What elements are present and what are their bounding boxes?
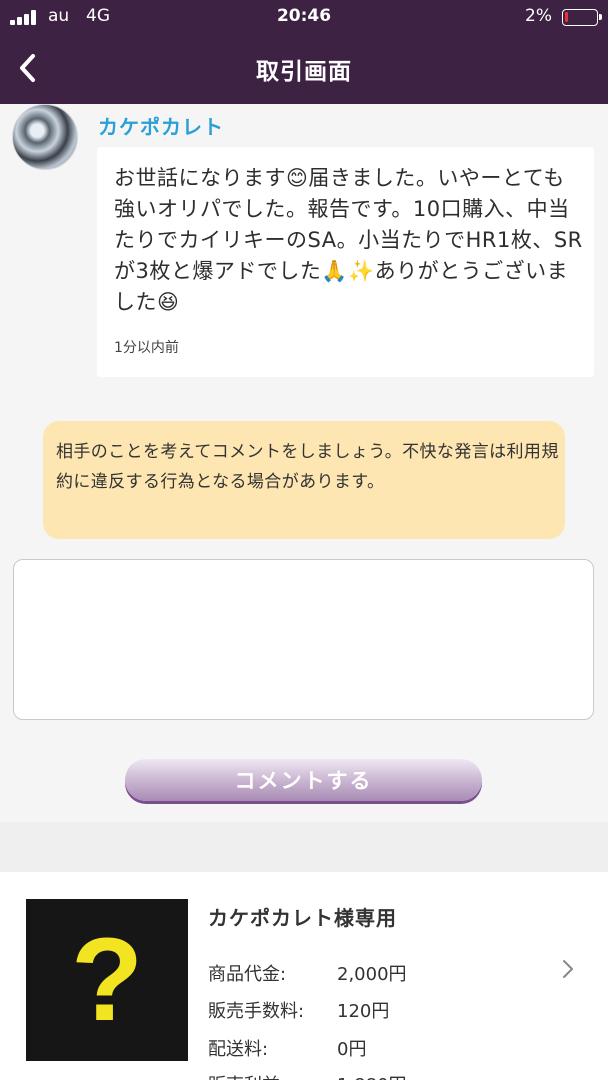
row-label: 販売手数料:: [208, 1001, 305, 1022]
avatar[interactable]: [12, 104, 78, 170]
battery-icon: [562, 9, 602, 26]
product-card[interactable]: ? カケポカレト様専用 商品代金: 2,000円 販売手数料: 120円 配送料…: [0, 872, 608, 1080]
section-divider: [0, 822, 608, 872]
product-thumbnail: ?: [26, 899, 188, 1061]
row-value: 120円: [337, 1001, 390, 1022]
comment-notice: 相手のことを考えてコメントをしましょう。不快な発言は利用規約に違反する行為となる…: [43, 421, 565, 539]
row-value: 0円: [337, 1039, 367, 1060]
comment-submit-button[interactable]: コメントする: [125, 759, 482, 801]
product-title: カケポカレト様専用: [208, 906, 397, 930]
question-mark-icon: ?: [70, 914, 144, 1046]
message-timestamp: 1分以内前: [114, 340, 179, 356]
top-bar: au 4G 20:46 2% 取引画面: [0, 0, 608, 104]
battery-percent: 2%: [525, 6, 552, 26]
comment-input[interactable]: [13, 559, 594, 720]
row-label: 商品代金:: [208, 964, 287, 985]
status-bar: au 4G 20:46 2%: [0, 0, 608, 34]
chevron-right-icon[interactable]: [558, 955, 578, 983]
row-value: 1,880円: [337, 1071, 407, 1080]
row-label: 配送料:: [208, 1039, 269, 1060]
page-title: 取引画面: [256, 59, 352, 85]
message-bubble: お世話になります😊届きました。いやーとても強いオリパでした。報告です。10口購入…: [97, 147, 594, 377]
notice-text: 相手のことを考えてコメントをしましょう。不快な発言は利用規約に違反する行為となる…: [56, 442, 559, 492]
message-username[interactable]: カケポカレト: [98, 111, 224, 140]
message-text: お世話になります😊届きました。いやーとても強いオリパでした。報告です。10口購入…: [114, 166, 583, 314]
row-value: 2,000円: [337, 964, 407, 985]
status-time: 20:46: [276, 6, 332, 26]
row-label: 販売利益:: [208, 1071, 286, 1080]
